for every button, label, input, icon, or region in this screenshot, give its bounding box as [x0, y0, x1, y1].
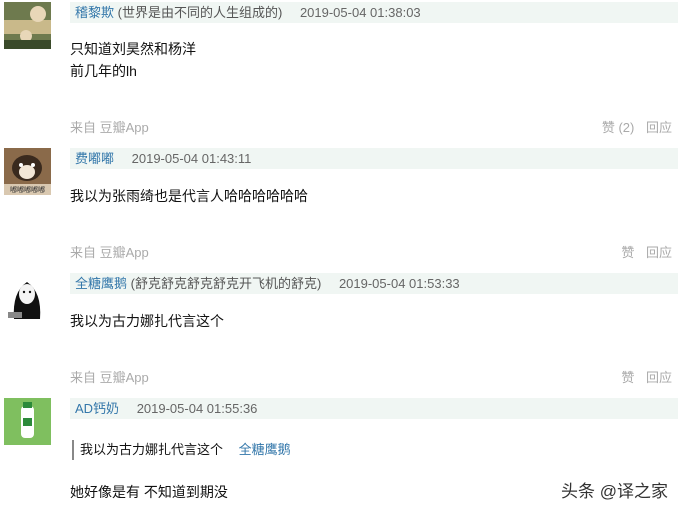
comment-body: 她好像是有 不知道到期没 [70, 481, 228, 503]
quote-text: 我以为古力娜扎代言这个 [80, 442, 224, 457]
reply-button[interactable]: 回应 [646, 370, 672, 385]
comment-header: AD钙奶 2019-05-04 01:55:36 [70, 398, 678, 419]
avatar[interactable] [4, 398, 51, 445]
comment-line: 我以为古力娜扎代言这个 [70, 313, 224, 329]
comment-time: 2019-05-04 01:38:03 [299, 5, 421, 20]
comment-time: 2019-05-04 01:43:11 [131, 151, 252, 166]
reply-button[interactable]: 回应 [646, 120, 672, 135]
comment-body: 只知道刘昊然和杨洋 前几年的lh [70, 38, 196, 82]
reply-button[interactable]: 回应 [646, 245, 672, 260]
username-link[interactable]: 全糖鹰鹅 [75, 276, 127, 291]
like-button[interactable]: 赞 [621, 370, 634, 385]
watermark: 头条 @译之家 [561, 482, 668, 501]
comment-header: 稽黎欺 (世界是由不同的人生组成的) 2019-05-04 01:38:03 [70, 2, 678, 23]
comment-body: 我以为张雨绮也是代言人哈哈哈哈哈哈 [70, 185, 308, 207]
user-signature: (舒克舒克舒克舒克开飞机的舒克) [130, 276, 322, 291]
comment-line: 我以为张雨绮也是代言人哈哈哈哈哈哈 [70, 188, 308, 204]
comment-source: 来自 豆瓣App [70, 120, 149, 135]
like-button[interactable]: 赞 (2) [602, 120, 635, 135]
comment-header: 费嘟嘟 2019-05-04 01:43:11 [70, 148, 678, 169]
username-link[interactable]: 稽黎欺 [75, 5, 114, 20]
comment-header: 全糖鹰鹅 (舒克舒克舒克舒克开飞机的舒克) 2019-05-04 01:53:3… [70, 273, 678, 294]
comment-line: 前几年的lh [70, 63, 137, 79]
username-link[interactable]: 费嘟嘟 [75, 151, 114, 166]
user-signature: (世界是由不同的人生组成的) [117, 5, 283, 20]
comment-meta: 来自 豆瓣App 赞 回应 [70, 244, 672, 262]
comment-source: 来自 豆瓣App [70, 370, 149, 385]
username-link[interactable]: AD钙奶 [75, 401, 119, 416]
comment-meta: 来自 豆瓣App 赞 (2) 回应 [70, 119, 672, 137]
avatar[interactable] [4, 272, 51, 319]
comment-source: 来自 豆瓣App [70, 245, 149, 260]
comment-line: 她好像是有 不知道到期没 [70, 484, 228, 500]
avatar[interactable] [4, 2, 51, 49]
comment-line: 只知道刘昊然和杨洋 [70, 41, 196, 57]
avatar-caption: 嘟嘟嘟嘟嘟 [10, 185, 45, 194]
comment-meta: 来自 豆瓣App 赞 回应 [70, 369, 672, 387]
avatar[interactable]: 嘟嘟嘟嘟嘟 [4, 148, 51, 195]
reply-quote: 我以为古力娜扎代言这个 全糖鹰鹅 [72, 440, 291, 460]
comment-time: 2019-05-04 01:53:33 [338, 276, 460, 291]
comment-body: 我以为古力娜扎代言这个 [70, 310, 224, 332]
like-button[interactable]: 赞 [621, 245, 634, 260]
quote-author-link[interactable]: 全糖鹰鹅 [239, 442, 291, 457]
comment-time: 2019-05-04 01:55:36 [136, 401, 258, 416]
